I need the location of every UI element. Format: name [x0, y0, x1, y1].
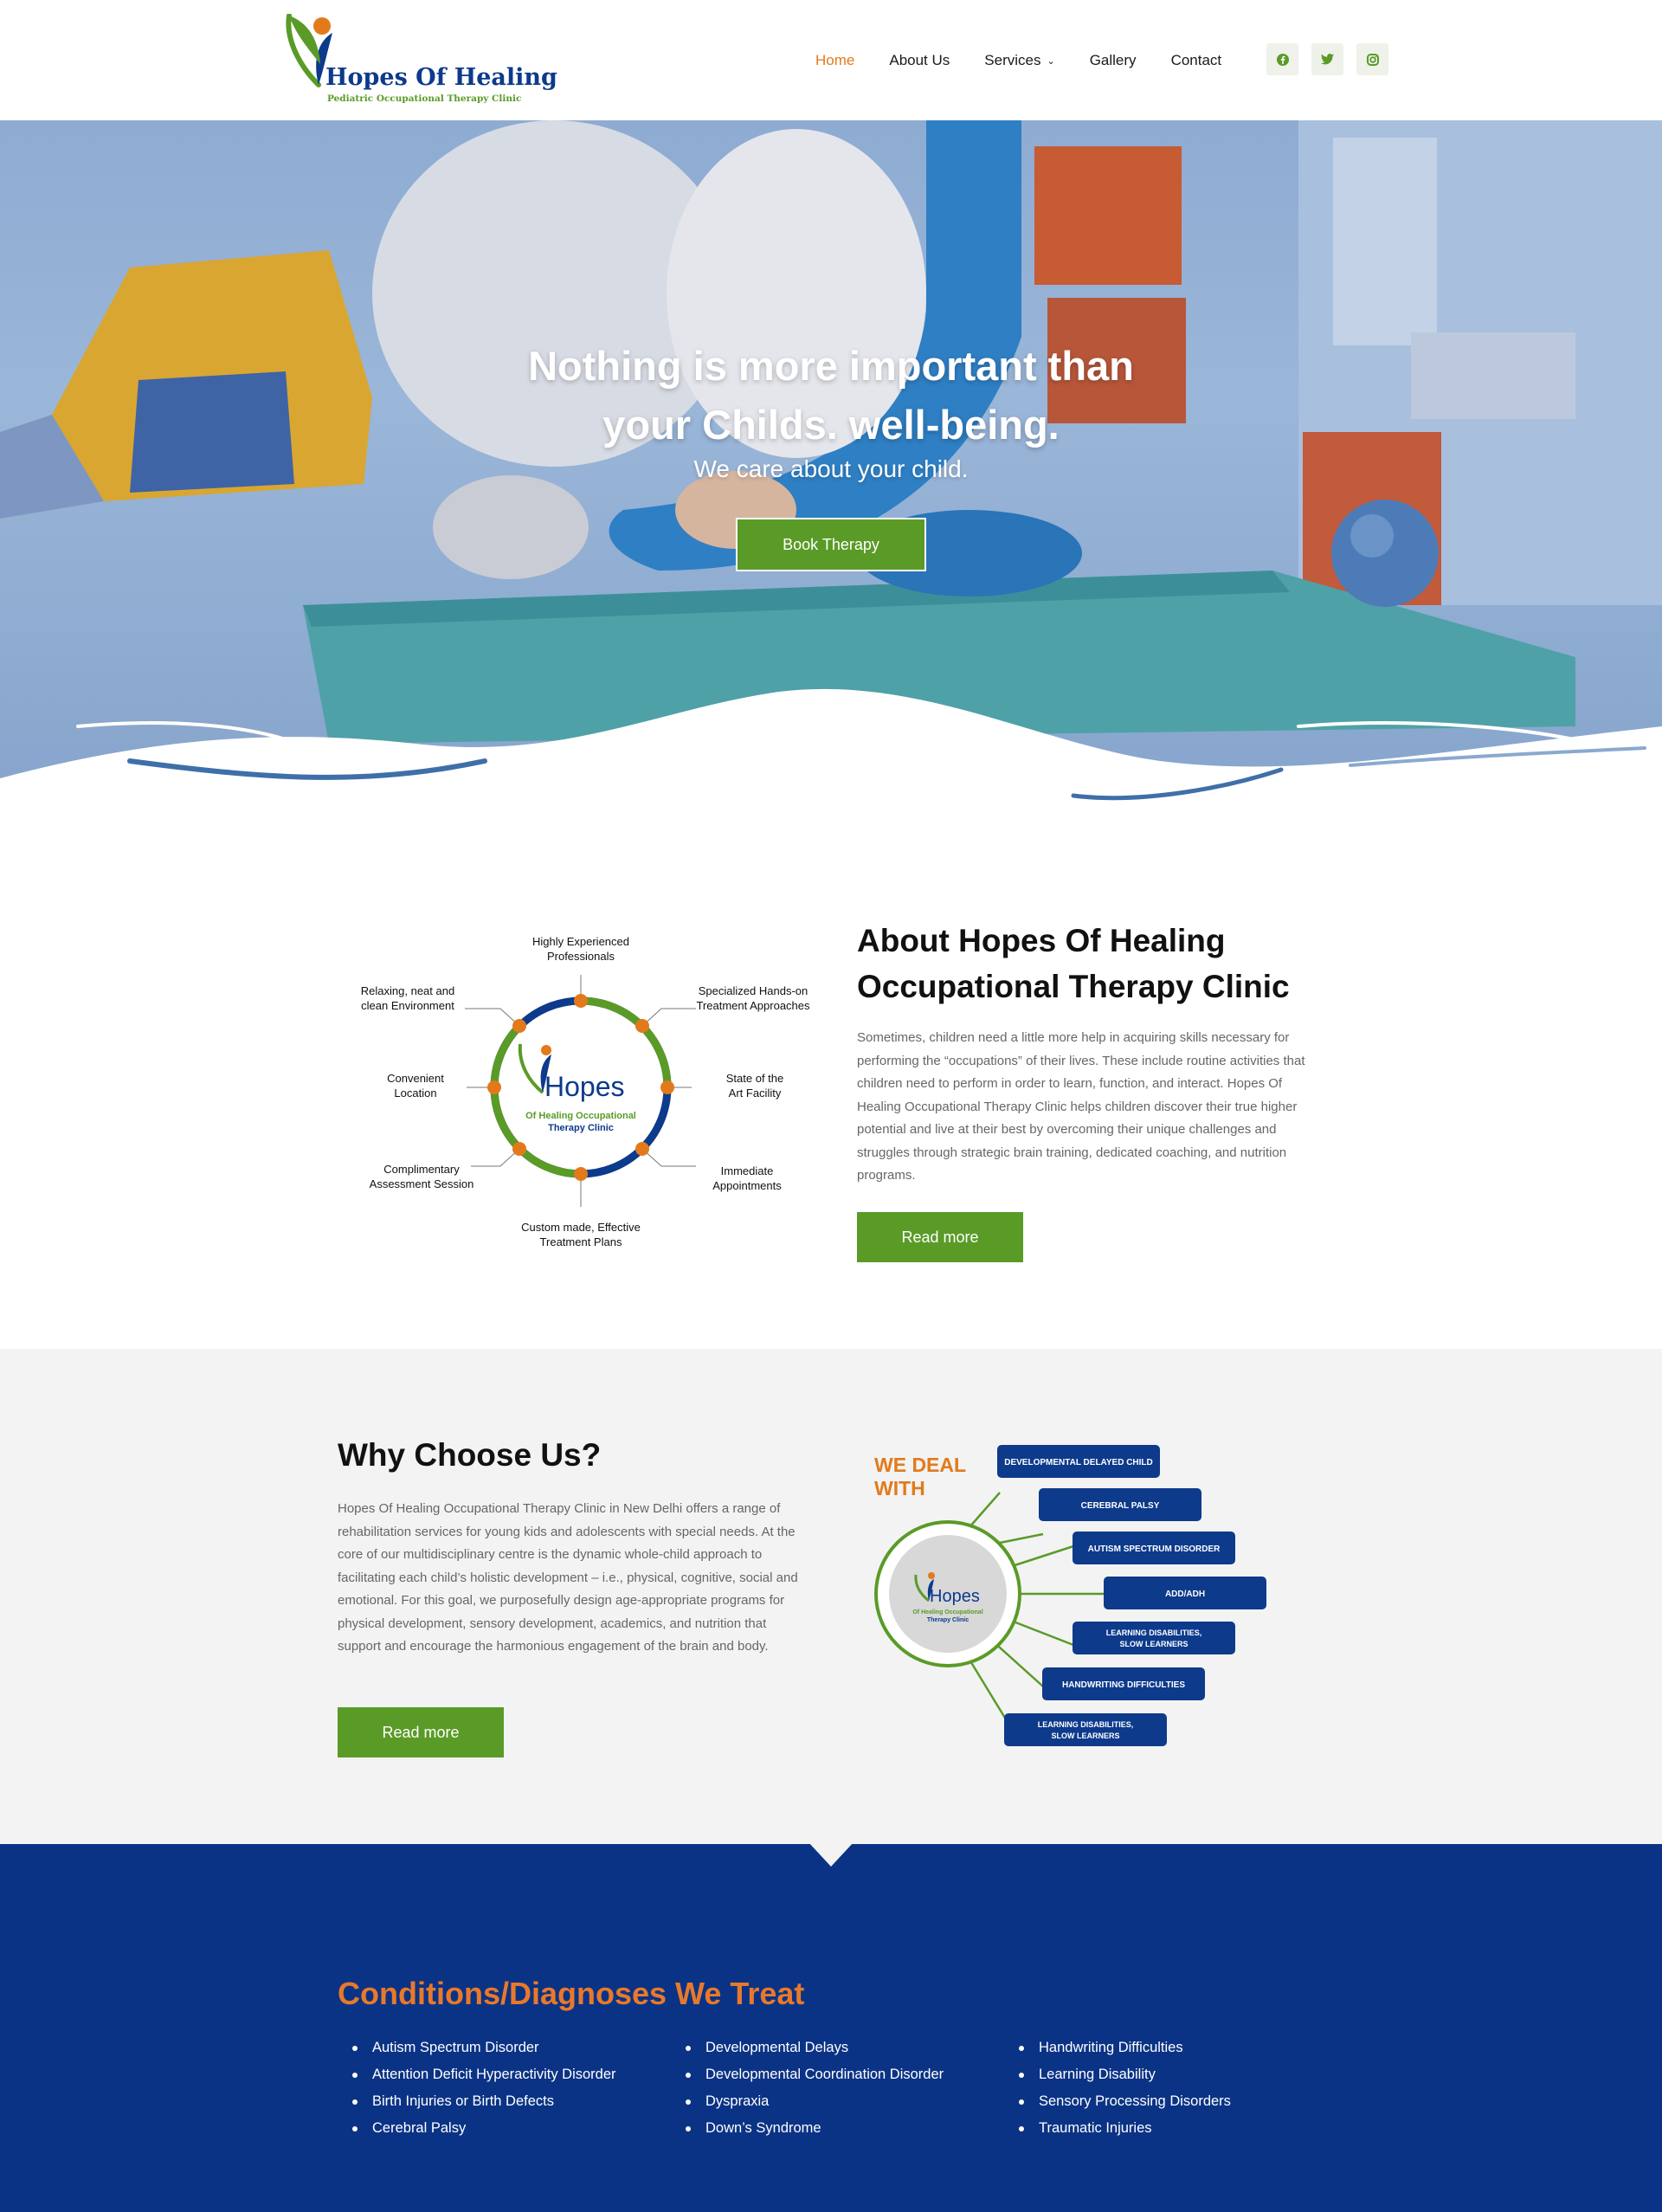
main-nav: Home About Us Services ⌄ Gallery Contact: [815, 48, 1256, 73]
deal-center-name: Hopes: [930, 1587, 980, 1606]
feature-label: State of the: [726, 1072, 784, 1085]
feature-label: Relaxing, neat and: [361, 984, 454, 997]
list-item: Developmental Coordination Disorder: [683, 2061, 944, 2088]
hero-title: Nothing is more important than your Chil…: [0, 337, 1662, 455]
list-item: Sensory Processing Disorders: [1016, 2088, 1231, 2115]
deal-item: ADD/ADH: [1104, 1577, 1266, 1609]
why-title: Why Choose Us?: [338, 1437, 602, 1473]
nav-home-label: Home: [815, 52, 855, 68]
conditions-title: Conditions/Diagnoses We Treat: [338, 1976, 805, 2011]
nav-gallery[interactable]: Gallery: [1090, 52, 1137, 69]
feature-label: clean Environment: [361, 999, 454, 1012]
deal-item-label: LEARNING DISABILITIES,: [1038, 1720, 1134, 1729]
clinic-features-diagram: Hopes Of Healing Occupational Therapy Cl…: [337, 921, 821, 1267]
hero-title-line2: your Childs. well-being.: [602, 402, 1060, 448]
center-logo-name: Hopes: [544, 1071, 625, 1102]
about-title-line1: About Hopes Of Healing: [857, 923, 1226, 958]
about-title: About Hopes Of Healing Occupational Ther…: [857, 918, 1342, 1009]
conditions-list-col3: Handwriting Difficulties Learning Disabi…: [1016, 2035, 1231, 2142]
about-read-more-button[interactable]: Read more: [857, 1212, 1023, 1262]
deal-item-label: LEARNING DISABILITIES,: [1106, 1628, 1202, 1637]
deal-item-label: SLOW LEARNERS: [1119, 1640, 1188, 1648]
instagram-icon: [1366, 53, 1379, 66]
nav-contact[interactable]: Contact: [1171, 52, 1222, 69]
conditions-list-col1: Autism Spectrum Disorder Attention Defic…: [350, 2035, 616, 2142]
deal-item-label: AUTISM SPECTRUM DISORDER: [1088, 1545, 1221, 1554]
list-item: Developmental Delays: [683, 2035, 944, 2061]
feature-label: Highly Experienced: [532, 935, 629, 948]
logo-tagline: Pediatric Occupational Therapy Clinic: [327, 94, 522, 104]
section-notch: [808, 1842, 854, 1867]
deal-item-label: ADD/ADH: [1165, 1590, 1205, 1599]
site-logo[interactable]: Hopes Of Healing Pediatric Occupational …: [282, 13, 557, 105]
nav-contact-label: Contact: [1170, 52, 1222, 68]
deal-item: DEVELOPMENTAL DELAYED CHILD: [997, 1445, 1160, 1478]
feature-label: Treatment Approaches: [696, 999, 810, 1012]
deal-item: LEARNING DISABILITIES, SLOW LEARNERS: [1073, 1622, 1235, 1654]
nav-gallery-label: Gallery: [1089, 52, 1137, 68]
instagram-button[interactable]: [1356, 43, 1388, 75]
nav-services-label: Services: [984, 52, 1041, 68]
twitter-icon: [1321, 54, 1334, 65]
deal-item: HANDWRITING DIFFICULTIES: [1042, 1667, 1205, 1700]
feature-label: Treatment Plans: [540, 1235, 622, 1248]
list-item: Down’s Syndrome: [683, 2115, 944, 2142]
we-deal-with-diagram: WE DEAL WITH Hopes Of Healing Occupation…: [866, 1441, 1290, 1761]
deal-item: AUTISM SPECTRUM DISORDER: [1073, 1532, 1235, 1564]
list-item: Traumatic Injuries: [1016, 2115, 1231, 2142]
list-item: Dyspraxia: [683, 2088, 944, 2115]
deal-item: LEARNING DISABILITIES, SLOW LEARNERS: [1004, 1713, 1167, 1746]
deal-center-line2: Of Healing Occupational: [912, 1609, 982, 1615]
list-item: Birth Injuries or Birth Defects: [350, 2088, 616, 2115]
deal-item-label: DEVELOPMENTAL DELAYED CHILD: [1004, 1458, 1153, 1467]
list-item: Attention Deficit Hyperactivity Disorder: [350, 2061, 616, 2088]
deal-heading-line2: WITH: [874, 1477, 925, 1499]
feature-label: Professionals: [547, 950, 615, 963]
feature-label: Appointments: [712, 1179, 782, 1192]
deal-item-label: HANDWRITING DIFFICULTIES: [1062, 1680, 1185, 1690]
about-description: Sometimes, children need a little more h…: [857, 1030, 1305, 1183]
hero-title-line1: Nothing is more important than: [528, 343, 1134, 389]
logo-wordmark: Hopes Of Healing: [325, 64, 557, 91]
deal-heading-line1: WE DEAL: [874, 1454, 966, 1476]
facebook-button[interactable]: [1266, 43, 1298, 75]
deal-center-line3: Therapy Clinic: [927, 1617, 969, 1623]
deal-item: CEREBRAL PALSY: [1039, 1488, 1201, 1521]
feature-label: Immediate: [721, 1164, 774, 1177]
nav-about-us[interactable]: About Us: [889, 52, 950, 69]
list-item: Cerebral Palsy: [350, 2115, 616, 2142]
about-title-line2: Occupational Therapy Clinic: [857, 969, 1290, 1004]
feature-label: Assessment Session: [370, 1177, 474, 1190]
center-logo-line3: Therapy Clinic: [548, 1123, 614, 1133]
hero-section: Nothing is more important than your Chil…: [0, 120, 1662, 813]
center-logo-line2: Of Healing Occupational: [525, 1111, 636, 1121]
conditions-section: [0, 1844, 1662, 2212]
why-description: Hopes Of Healing Occupational Therapy Cl…: [338, 1501, 798, 1654]
feature-label: Convenient: [387, 1072, 444, 1085]
list-item: Handwriting Difficulties: [1016, 2035, 1231, 2061]
feature-label: Location: [394, 1087, 436, 1100]
feature-label: Art Facility: [729, 1087, 782, 1100]
logo-leaf-icon: [286, 13, 332, 87]
nav-home[interactable]: Home: [815, 52, 854, 69]
chevron-down-icon: ⌄: [1047, 55, 1055, 67]
facebook-icon: [1276, 53, 1289, 66]
why-read-more-button[interactable]: Read more: [338, 1707, 504, 1757]
feature-label: Custom made, Effective: [521, 1221, 641, 1234]
book-therapy-button[interactable]: Book Therapy: [736, 518, 926, 571]
deal-item-label: CEREBRAL PALSY: [1081, 1501, 1160, 1511]
hero-subtitle: We care about your child.: [693, 455, 969, 482]
nav-services[interactable]: Services ⌄: [984, 52, 1054, 69]
site-header: Hopes Of Healing Pediatric Occupational …: [0, 0, 1662, 120]
deal-item-label: SLOW LEARNERS: [1051, 1732, 1119, 1740]
twitter-button[interactable]: [1311, 43, 1343, 75]
conditions-list-col2: Developmental Delays Developmental Coord…: [683, 2035, 944, 2142]
feature-label: Complimentary: [383, 1163, 460, 1176]
list-item: Autism Spectrum Disorder: [350, 2035, 616, 2061]
feature-label: Specialized Hands-on: [699, 984, 808, 997]
why-choose-us-section: [0, 1349, 1662, 1844]
nav-about-label: About Us: [889, 52, 950, 68]
list-item: Learning Disability: [1016, 2061, 1231, 2088]
